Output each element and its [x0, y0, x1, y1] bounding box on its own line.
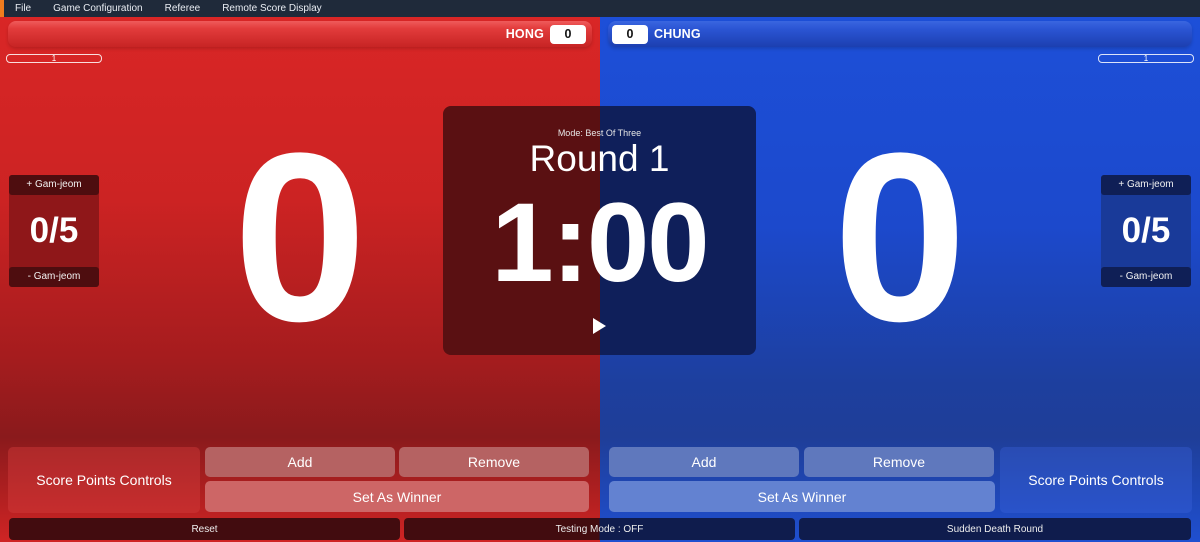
match-clock[interactable]: 1:00 [443, 178, 756, 308]
blue-name-bar: 0 CHUNG [608, 21, 1192, 47]
menu-referee[interactable]: Referee [154, 0, 212, 17]
menu-file[interactable]: File [4, 0, 42, 17]
red-player-name: HONG [505, 27, 544, 41]
blue-score: 0 [833, 103, 967, 371]
red-name-bar: HONG 0 [8, 21, 592, 47]
menu-bar: File Game Configuration Referee Remote S… [0, 0, 1200, 17]
round-label: Round 1 [529, 138, 670, 179]
reset-button[interactable]: Reset [9, 518, 400, 540]
blue-add-point-button[interactable]: Add [609, 447, 799, 477]
red-gamjeom-panel: + Gam-jeom 0/5 - Gam-jeom [9, 175, 99, 287]
red-header-score: 0 [550, 24, 586, 44]
play-icon[interactable] [593, 318, 606, 334]
red-add-point-button[interactable]: Add [205, 447, 395, 477]
blue-set-winner-button[interactable]: Set As Winner [609, 481, 995, 512]
red-remove-gamjeom-button[interactable]: - Gam-jeom [9, 267, 99, 287]
testing-mode-toggle[interactable]: Testing Mode : OFF [404, 518, 795, 540]
game-mode-label: Mode: Best Of Three [557, 128, 642, 138]
blue-score-controls: Add Remove Set As Winner Score Points Co… [608, 445, 1192, 515]
menu-remote-score-display[interactable]: Remote Score Display [211, 0, 332, 17]
red-score-controls: Score Points Controls Add Remove Set As … [8, 445, 592, 515]
blue-round-indicator: 1 [1098, 54, 1194, 63]
blue-player-name: CHUNG [654, 27, 701, 41]
red-score: 0 [233, 103, 367, 371]
red-remove-point-button[interactable]: Remove [399, 447, 589, 477]
red-gamjeom-count: 0/5 [29, 211, 79, 250]
blue-gamjeom-count: 0/5 [1121, 211, 1171, 250]
blue-header-score: 0 [612, 24, 648, 44]
blue-gamjeom-panel: + Gam-jeom 0/5 - Gam-jeom [1101, 175, 1191, 287]
red-score-controls-title: Score Points Controls [8, 447, 200, 513]
menu-game-configuration[interactable]: Game Configuration [42, 0, 154, 17]
red-add-gamjeom-button[interactable]: + Gam-jeom [9, 175, 99, 195]
red-round-indicator: 1 [6, 54, 102, 63]
timer-panel: Mode: Best Of Three Round 1 1:00 [443, 106, 756, 355]
blue-remove-gamjeom-button[interactable]: - Gam-jeom [1101, 267, 1191, 287]
sudden-death-round-button[interactable]: Sudden Death Round [799, 518, 1191, 540]
blue-add-gamjeom-button[interactable]: + Gam-jeom [1101, 175, 1191, 195]
blue-score-controls-title: Score Points Controls [1000, 447, 1192, 513]
red-set-winner-button[interactable]: Set As Winner [205, 481, 589, 512]
blue-remove-point-button[interactable]: Remove [804, 447, 994, 477]
